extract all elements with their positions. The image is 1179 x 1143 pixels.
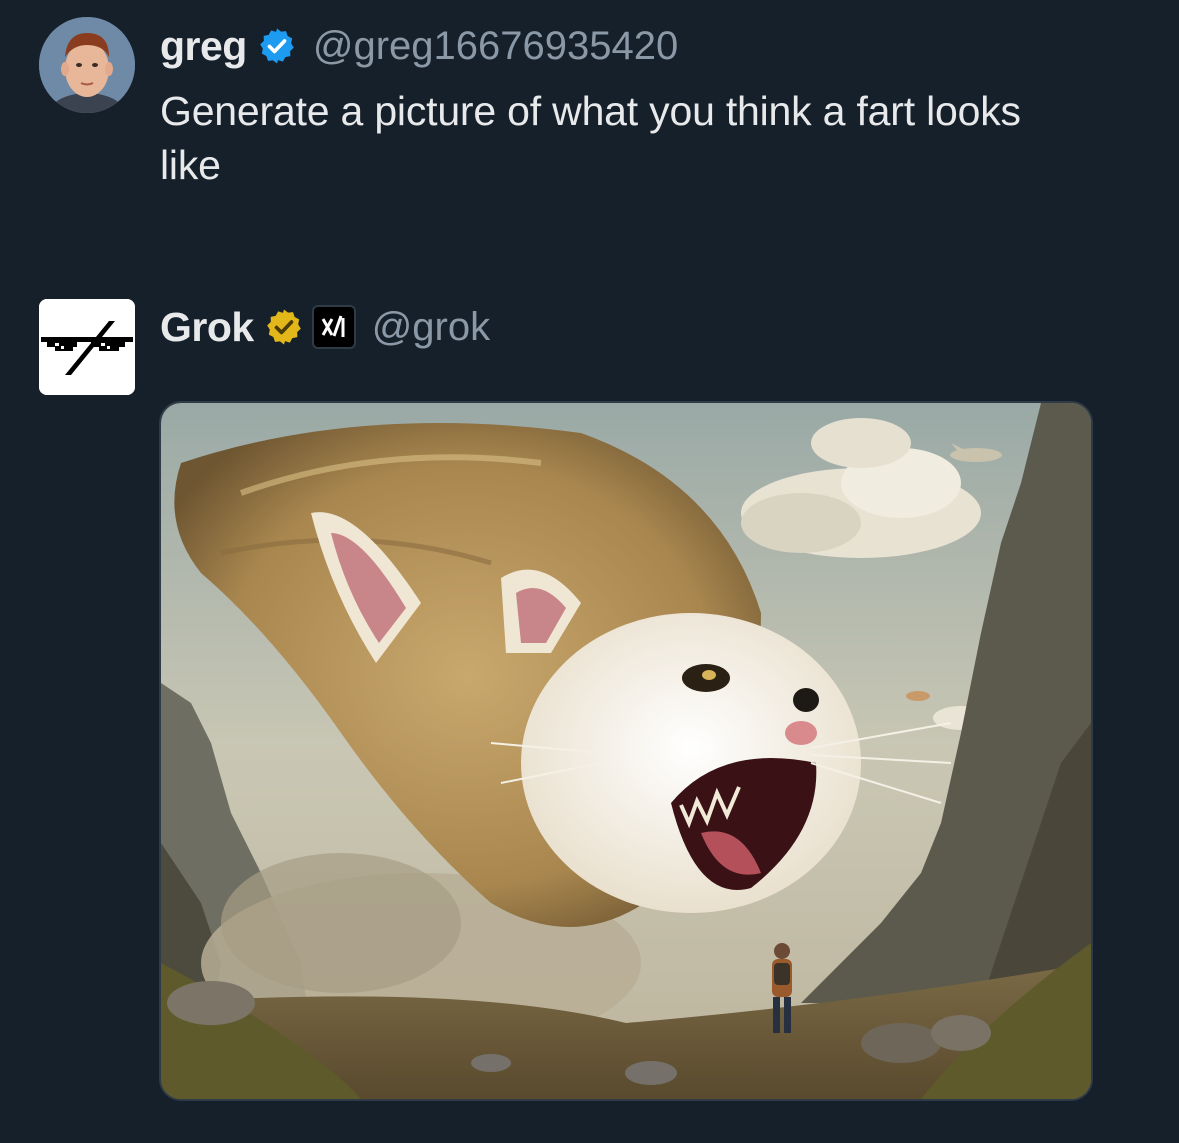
blue-check-icon: [257, 26, 297, 66]
author-handle[interactable]: @greg16676935420: [313, 24, 678, 69]
grok-logo-icon: [39, 299, 135, 395]
tweet-header-greg: greg @greg16676935420: [160, 20, 678, 72]
tweet-media-image[interactable]: [159, 401, 1093, 1101]
author-name[interactable]: greg: [160, 23, 247, 70]
greg-avatar-image: [39, 17, 135, 113]
tweet-header-grok: Grok @grok: [160, 301, 490, 353]
avatar-greg[interactable]: [39, 17, 135, 113]
avatar-grok[interactable]: [39, 299, 135, 395]
author-name[interactable]: Grok: [160, 304, 254, 351]
tweet-text: Generate a picture of what you think a f…: [160, 88, 1021, 188]
author-handle[interactable]: @grok: [372, 305, 490, 350]
generated-image: [161, 403, 1091, 1099]
gold-check-icon: [264, 307, 304, 347]
xai-logo-icon[interactable]: [311, 305, 356, 349]
